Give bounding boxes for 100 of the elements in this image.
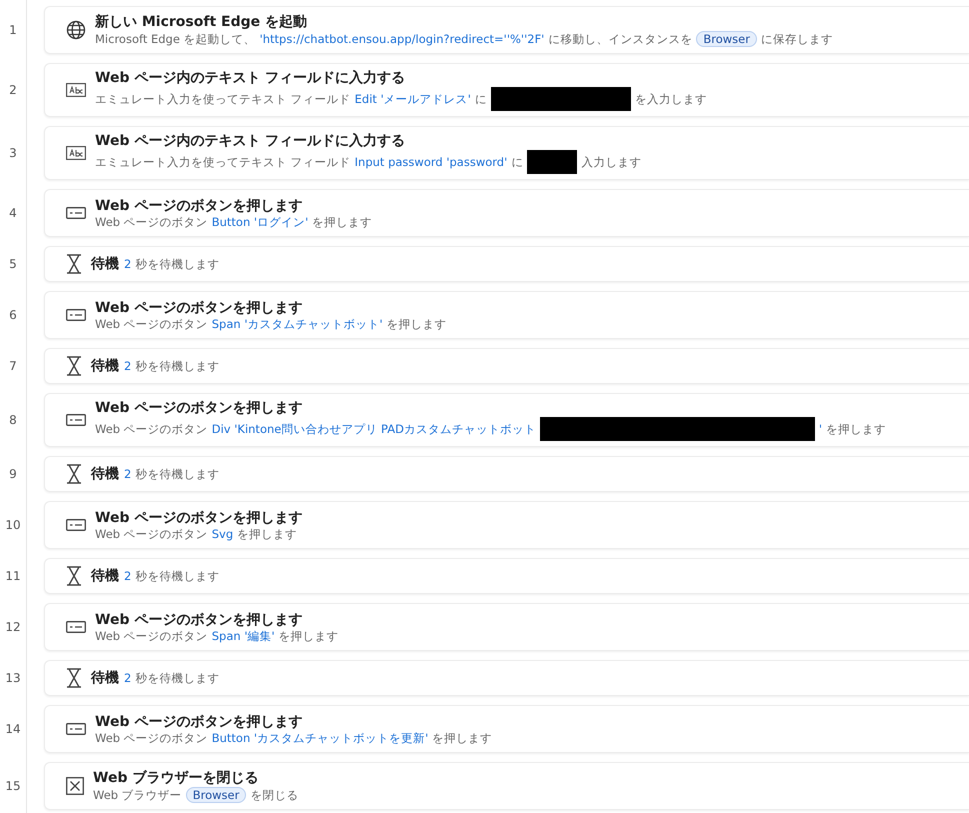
parameter-link[interactable]: 'https://chatbot.ensou.app/login?redirect=''%''2F' (260, 32, 544, 46)
detail-text: に (474, 92, 487, 106)
text-field-icon (66, 146, 86, 160)
parameter-link[interactable]: Span 'カスタムチャットボット' (212, 316, 383, 332)
action-title: 待機 (91, 567, 119, 585)
detail-text: Web ページのボタン (95, 526, 208, 542)
detail-text: エミュレート入力を使ってテキスト フィールド (95, 154, 351, 170)
action-card[interactable]: Web ページのボタンを押します Web ページのボタン Div 'Kintone問い合わせアプリ PADカスタムチャットボット ' を押します (44, 393, 969, 447)
parameter-link[interactable]: 2 (124, 359, 132, 373)
action-card[interactable]: 待機 2 秒を待機します (44, 558, 969, 594)
hourglass-icon (66, 356, 82, 376)
detail-text: 秒を待機します (135, 256, 220, 272)
button-icon (66, 519, 86, 531)
detail-text: Web ブラウザー (93, 788, 182, 802)
action-card[interactable]: 待機 2 秒を待機します (44, 456, 969, 492)
detail-text: 秒を待機します (135, 358, 220, 374)
line-number: 4 (8, 206, 18, 220)
parameter-link[interactable]: Button 'カスタムチャットボットを更新' (212, 730, 428, 746)
detail-text: を押します (278, 628, 339, 644)
detail-text: 秒を待機します (135, 466, 220, 482)
action-card[interactable]: Web ブラウザーを閉じる Web ブラウザー Browser を閉じる (44, 762, 969, 810)
parameter-link[interactable]: Div 'Kintone問い合わせアプリ PADカスタムチャットボット (212, 422, 536, 436)
action-title: Web ページのボタンを押します (95, 610, 304, 628)
variable-tag: Browser (696, 31, 757, 47)
line-number: 2 (8, 83, 18, 97)
detail-text: を押します (312, 214, 372, 230)
action-title: 待機 (91, 357, 119, 375)
action-title: Web ページのボタンを押します (95, 196, 304, 214)
detail-text: 入力します (581, 154, 642, 170)
line-number: 12 (4, 620, 22, 634)
line-number: 11 (4, 569, 22, 583)
line-number: 1 (8, 23, 18, 37)
detail-text: Web ページのボタン (95, 316, 208, 332)
line-number: 8 (8, 413, 18, 427)
detail-text: エミュレート入力を使ってテキスト フィールド (95, 92, 351, 106)
variable-tag: Browser (186, 787, 246, 803)
text-field-icon (66, 83, 86, 97)
line-number: 6 (8, 308, 18, 322)
action-card[interactable]: Web ページのボタンを押します Web ページのボタン Span '編集' を押します (44, 603, 969, 651)
parameter-link[interactable]: Svg (212, 527, 234, 541)
action-card[interactable]: 待機 2 秒を待機します (44, 660, 969, 696)
parameter-link[interactable]: 2 (124, 671, 132, 685)
line-number: 5 (8, 257, 18, 271)
hourglass-icon (66, 566, 82, 586)
hourglass-icon (66, 668, 82, 688)
action-title: 待機 (91, 669, 119, 687)
button-icon (66, 723, 86, 735)
button-icon (66, 621, 86, 633)
detail-text: を押します (432, 730, 492, 746)
action-card[interactable]: 新しい Microsoft Edge を起動 Microsoft Edge を起動して、 'https://chatbot.ensou.app/login?redirect=''%''2F' に移動し、インスタンスを Browser に保存します (44, 6, 969, 54)
action-title: Web ブラウザーを閉じる (93, 769, 260, 787)
parameter-link[interactable]: Button 'ログイン' (212, 214, 308, 230)
detail-text: Web ページのボタン (95, 422, 208, 436)
detail-text: Microsoft Edge を起動して、 (95, 32, 256, 46)
redaction-bar (527, 150, 578, 174)
detail-text: を押します (826, 422, 886, 436)
detail-text: を押します (386, 316, 447, 332)
parameter-link[interactable]: Edit 'メールアドレス' (354, 92, 471, 106)
detail-text: を閉じる (250, 788, 298, 802)
hourglass-icon (66, 254, 82, 274)
globe-icon (66, 20, 86, 40)
action-card[interactable]: Web ページ内のテキスト フィールドに入力する エミュレート入力を使ってテキスト フィールド Input password 'password' に 入力します (44, 126, 969, 180)
detail-text: 秒を待機します (135, 670, 220, 686)
action-card[interactable]: Web ページのボタンを押します Web ページのボタン Svg を押します (44, 501, 969, 549)
line-number: 3 (8, 146, 18, 160)
detail-text: を押します (237, 526, 298, 542)
parameter-link[interactable]: 2 (124, 467, 132, 481)
button-icon (66, 309, 86, 321)
parameter-link[interactable]: Span '編集' (212, 628, 275, 644)
line-number: 14 (4, 722, 22, 736)
action-card[interactable]: Web ページ内のテキスト フィールドに入力する エミュレート入力を使ってテキスト フィールド Edit 'メールアドレス' に を入力します (44, 63, 969, 117)
parameter-link[interactable]: 2 (124, 569, 132, 583)
line-number: 15 (4, 779, 22, 793)
action-card[interactable]: 待機 2 秒を待機します (44, 348, 969, 384)
action-title: Web ページのボタンを押します (95, 399, 304, 417)
line-number: 13 (4, 671, 22, 685)
action-title: Web ページのボタンを押します (95, 298, 304, 316)
action-title: 新しい Microsoft Edge を起動 (95, 13, 308, 31)
parameter-link[interactable]: ' (818, 422, 822, 436)
detail-text: Web ページのボタン (95, 730, 208, 746)
line-number: 7 (8, 359, 18, 373)
action-card[interactable]: Web ページのボタンを押します Web ページのボタン Span 'カスタムチャットボット' を押します (44, 291, 969, 339)
action-title: Web ページ内のテキスト フィールドに入力する (95, 132, 406, 150)
action-title: Web ページのボタンを押します (95, 508, 302, 526)
parameter-link[interactable]: Input password 'password' (354, 155, 508, 169)
close-box-icon (66, 777, 84, 795)
action-title: Web ページのボタンを押します (95, 712, 304, 730)
action-card[interactable]: 待機 2 秒を待機します (44, 246, 969, 282)
parameter-link[interactable]: 2 (124, 257, 132, 271)
button-icon (66, 414, 86, 426)
button-icon (66, 207, 86, 219)
line-number: 10 (4, 518, 22, 532)
detail-text: 秒を待機します (135, 568, 220, 584)
hourglass-icon (66, 464, 82, 484)
action-card[interactable]: Web ページのボタンを押します Web ページのボタン Button 'ログイン' を押します (44, 189, 969, 237)
detail-text: Web ページのボタン (95, 214, 208, 230)
line-number: 9 (8, 467, 18, 481)
action-card[interactable]: Web ページのボタンを押します Web ページのボタン Button 'カスタムチャットボットを更新' を押します (44, 705, 969, 753)
detail-text: を入力します (634, 92, 707, 106)
action-title: 待機 (91, 465, 119, 483)
